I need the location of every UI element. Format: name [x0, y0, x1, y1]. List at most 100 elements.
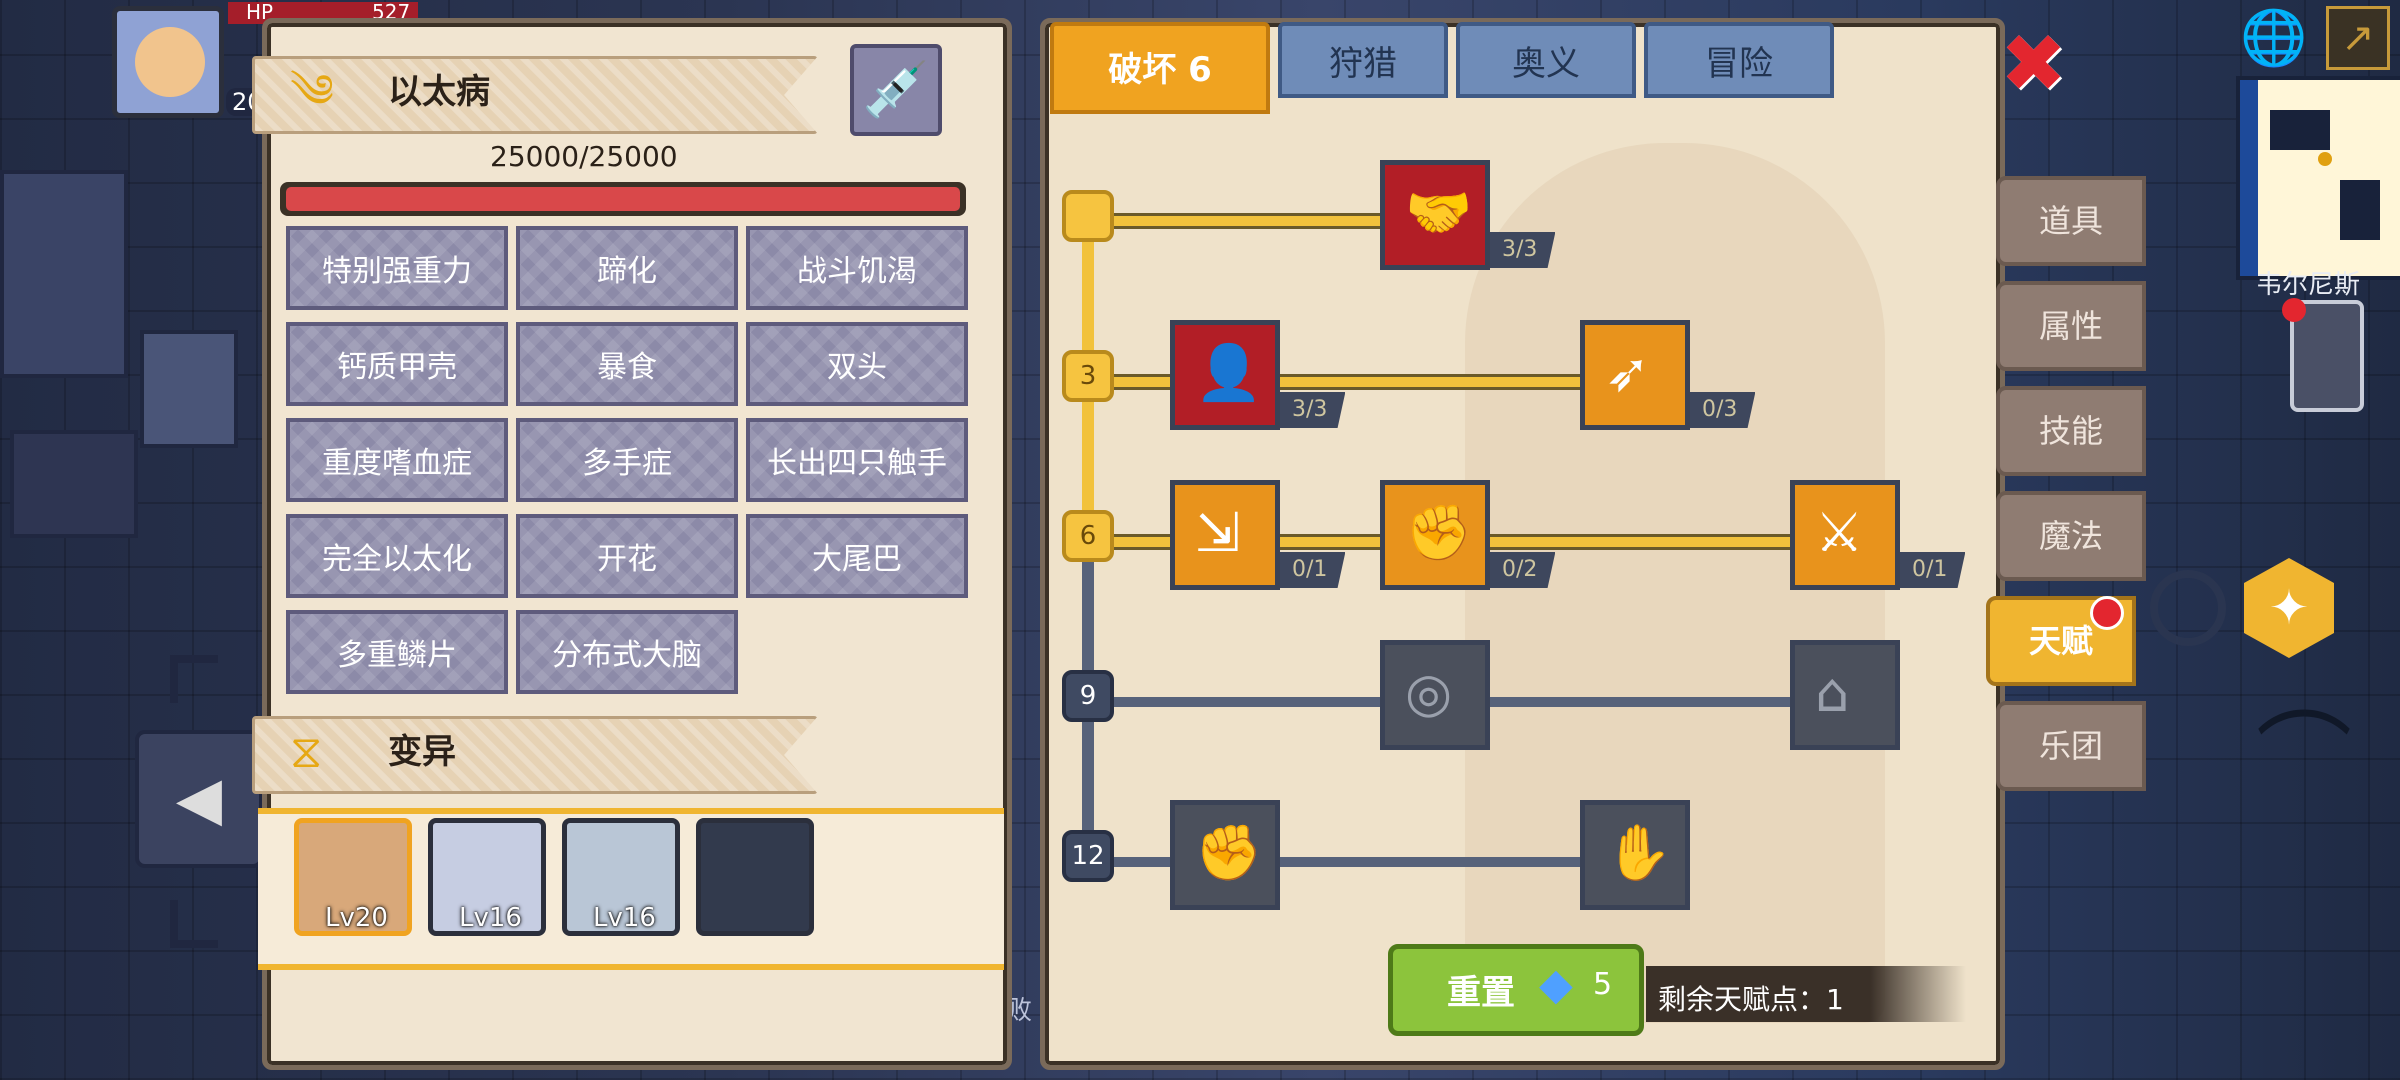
mutation-title: 变异	[388, 732, 456, 772]
trait-grid: 特别强重力 蹄化 战斗饥渴钙质甲壳 暴食 双头重度嗜血症 多手症 长出四只触手完全以太化 开花…	[286, 226, 976, 706]
trait-item[interactable]: 完全以太化	[286, 514, 508, 598]
bat-wings-icon: ⌂	[1815, 661, 1850, 724]
talent-node[interactable]: ✊	[1170, 800, 1280, 910]
tier-marker: 6	[1062, 510, 1114, 562]
chest-icon	[10, 430, 138, 538]
tab-1[interactable]: 狩猎	[1278, 22, 1448, 98]
scale-statue-icon	[0, 170, 128, 378]
mutation-member[interactable]: Lv16	[428, 818, 546, 936]
trait-item[interactable]: 特别强重力	[286, 226, 508, 310]
minimap-wall	[2240, 80, 2258, 276]
trait-item[interactable]: 开花	[516, 514, 738, 598]
reset-cost: 5	[1593, 967, 1613, 1002]
swap-icon[interactable]	[2150, 570, 2226, 646]
side-tab-5[interactable]: 乐团	[1996, 701, 2146, 791]
tier-markers: 3 6 9 12	[1062, 190, 1122, 890]
npc-name: 韦尔尼斯	[2256, 270, 2361, 300]
talent-node[interactable]: 🤝	[1380, 160, 1490, 270]
wind-icon: ༄	[290, 64, 334, 118]
disease-title: 以太病	[388, 72, 490, 112]
talent-node[interactable]: ⚔	[1790, 480, 1900, 590]
syringe-icon[interactable]: 💉	[850, 44, 942, 136]
reset-label: 重置	[1447, 973, 1515, 1013]
reset-button[interactable]: 重置 ◆ 5	[1388, 944, 1644, 1036]
player-face	[135, 27, 205, 97]
disease-hp-fill	[286, 187, 960, 211]
trait-item[interactable]: 分布式大脑	[516, 610, 738, 694]
member-level: Lv20	[325, 903, 388, 933]
talent-node[interactable]: ◎	[1380, 640, 1490, 750]
talent-count: 0/1	[1280, 552, 1346, 588]
trait-item[interactable]: 暴食	[516, 322, 738, 406]
muscle-body-icon: 👤	[1195, 341, 1263, 404]
tab-2[interactable]: 奥义	[1456, 22, 1636, 98]
minimap-player-dot	[2318, 152, 2332, 166]
talent-count: 0/1	[1900, 552, 1966, 588]
notification-dot	[2282, 298, 2306, 322]
dash-card-icon: ⇲	[1195, 501, 1241, 564]
dpad-down-corner-icon	[170, 900, 218, 948]
side-tab-3[interactable]: 魔法	[1996, 491, 2146, 581]
close-icon[interactable]: ✖	[2000, 24, 2076, 104]
trait-item[interactable]: 战斗饥渴	[746, 226, 968, 310]
side-tab-2[interactable]: 技能	[1996, 386, 2146, 476]
globe-icon[interactable]: 🌐	[2240, 6, 2307, 70]
dpad-up-corner-icon	[170, 655, 218, 703]
tab-0[interactable]: 破坏 6	[1050, 22, 1270, 114]
sword-slash-icon: ⚔	[1815, 501, 1864, 564]
move-left-button[interactable]: ◀	[135, 730, 263, 868]
side-tab-1[interactable]: 属性	[1996, 281, 2146, 371]
talent-count: 3/3	[1490, 232, 1556, 268]
mutation-members: Lv20 Lv16 Lv16	[294, 818, 854, 948]
trait-item[interactable]: 多手症	[516, 418, 738, 502]
side-tab-0[interactable]: 道具	[1996, 176, 2146, 266]
talent-node[interactable]: ✊	[1380, 480, 1490, 590]
exit-icon[interactable]: ↗	[2326, 6, 2390, 70]
talent-node[interactable]: ➶	[1580, 320, 1690, 430]
empty-member-slot[interactable]	[696, 818, 814, 936]
talent-tabs: 破坏 6 狩猎 奥义 冒险	[1050, 22, 1850, 122]
talent-count: 3/3	[1280, 392, 1346, 428]
minimap-room	[2340, 180, 2380, 240]
trait-item[interactable]: 多重鳞片	[286, 610, 508, 694]
trait-item[interactable]: 双头	[746, 322, 968, 406]
trait-item[interactable]: 钙质甲壳	[286, 322, 508, 406]
talent-notification-dot	[2090, 596, 2124, 630]
ripple-icon: ◎	[1405, 661, 1453, 724]
trait-item[interactable]: 长出四只触手	[746, 418, 968, 502]
member-level: Lv16	[593, 903, 656, 933]
remaining-points-bar: 剩余天赋点：1	[1646, 966, 1966, 1022]
talent-node[interactable]: ⌂	[1790, 640, 1900, 750]
disease-hp-track	[280, 182, 966, 216]
bow-icon[interactable]: ⌒	[2256, 700, 2352, 816]
minimap[interactable]	[2236, 76, 2400, 280]
talent-nodes: 🤝 3/3 👤 3/3 ➶ 0/3 ⇲ 0/1 ✊ 0/2 ⚔ 0/1 ◎ ⌂ ✊ ✋	[1160, 160, 1980, 920]
remaining-points: 剩余天赋点：1	[1658, 983, 1844, 1016]
arm-wrestle-icon: 🤝	[1405, 181, 1473, 244]
arrow-strike-icon: ➶	[1605, 341, 1651, 404]
talent-count: 0/3	[1690, 392, 1756, 428]
side-tabs: 道具 属性 技能 魔法 天赋 乐团	[1986, 176, 2176, 816]
disease-hp-text: 25000/25000	[490, 140, 678, 173]
tier-marker: 12	[1062, 830, 1114, 882]
raised-fist-icon: ✊	[1195, 821, 1263, 884]
mutation-member[interactable]: Lv20	[294, 818, 412, 936]
tombstone-icon	[140, 330, 238, 448]
fist-punch-icon: ✊	[1405, 501, 1473, 564]
dna-icon: ⧖	[290, 724, 323, 778]
mutation-member[interactable]: Lv16	[562, 818, 680, 936]
talent-node[interactable]: 👤	[1170, 320, 1280, 430]
talent-node[interactable]: ✋	[1580, 800, 1690, 910]
talent-node[interactable]: ⇲	[1170, 480, 1280, 590]
minimap-room	[2270, 110, 2330, 150]
member-level: Lv16	[459, 903, 522, 933]
trait-item[interactable]: 大尾巴	[746, 514, 968, 598]
wrapped-fist-icon: ✋	[1605, 821, 1673, 884]
trait-item[interactable]: 重度嗜血症	[286, 418, 508, 502]
trait-item[interactable]: 蹄化	[516, 226, 738, 310]
player-avatar[interactable]	[112, 6, 224, 118]
tier-marker: 9	[1062, 670, 1114, 722]
tab-3[interactable]: 冒险	[1644, 22, 1834, 98]
talent-count: 0/2	[1490, 552, 1556, 588]
diamond-icon: ◆	[1539, 959, 1573, 1010]
